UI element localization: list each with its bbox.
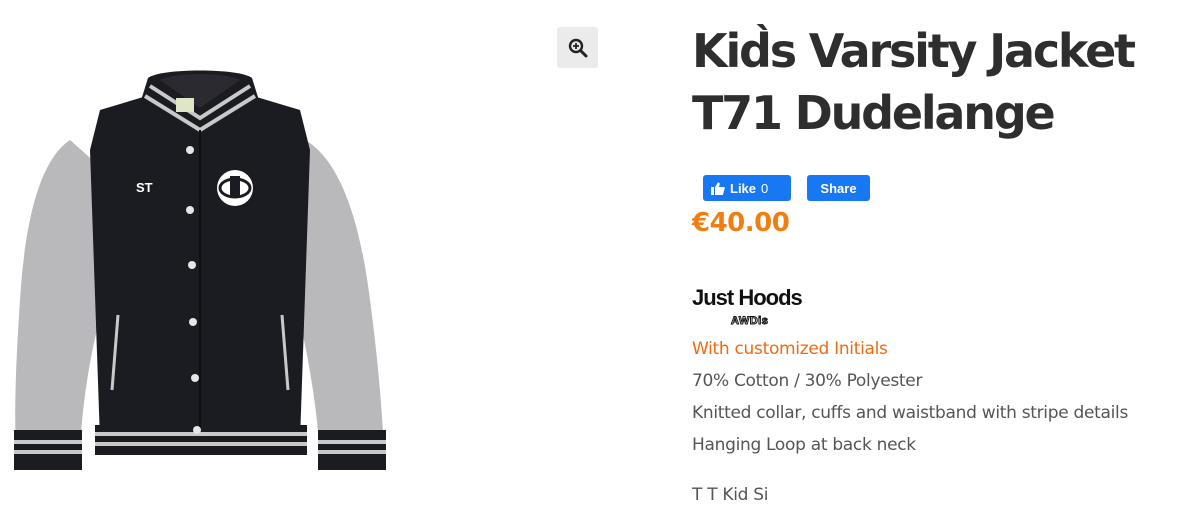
jacket-initials: ST bbox=[136, 180, 153, 195]
product-title-line2: T71 Dudelange bbox=[692, 86, 1056, 140]
thumbs-up-icon bbox=[711, 182, 725, 195]
description-line-partial: T T Kid Si bbox=[692, 485, 769, 505]
product-title: Kid̀s Varsity Jacket T71 Dudelange bbox=[692, 20, 1136, 144]
zoom-in-icon bbox=[568, 38, 587, 57]
product-image[interactable] bbox=[0, 60, 400, 496]
product-title-line1: Kid̀s Varsity Jacket bbox=[692, 24, 1136, 78]
description-line: Hanging Loop at back neck bbox=[692, 435, 916, 455]
like-label: Like bbox=[730, 180, 757, 196]
like-count: 0 bbox=[761, 180, 769, 196]
product-gallery: ST bbox=[0, 0, 620, 496]
facebook-like-button[interactable]: Like 0 bbox=[703, 175, 791, 201]
facebook-share-button[interactable]: Share bbox=[807, 175, 870, 201]
brand-logo: Just Hoods AWDis bbox=[692, 285, 832, 335]
description-line: 70% Cotton / 30% Polyester bbox=[692, 371, 923, 391]
product-summary: Kid̀s Varsity Jacket T71 Dudelange Like … bbox=[692, 0, 1200, 505]
zoom-button[interactable] bbox=[557, 27, 598, 68]
brand-sub-logo: AWDis bbox=[730, 315, 769, 328]
brand-name: Just Hoods bbox=[692, 285, 803, 310]
product-description: With customized Initials 70% Cotton / 30… bbox=[692, 336, 1128, 464]
description-line: With customized Initials bbox=[692, 339, 888, 359]
product-price: €40.00 bbox=[692, 208, 790, 238]
description-line: Knitted collar, cuffs and waistband with… bbox=[692, 403, 1129, 423]
